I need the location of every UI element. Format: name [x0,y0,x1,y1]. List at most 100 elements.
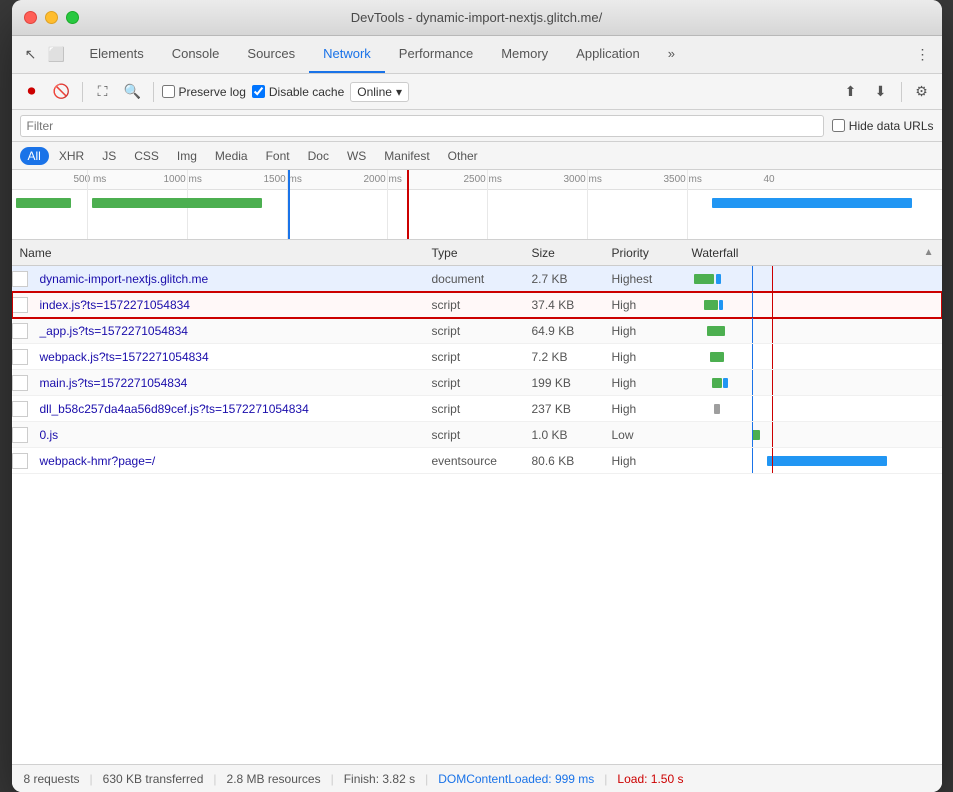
disable-cache-checkbox[interactable]: Disable cache [252,85,344,99]
tab-memory[interactable]: Memory [487,36,562,73]
preserve-log-checkbox[interactable]: Preserve log [162,85,246,99]
type-css[interactable]: CSS [126,147,167,165]
status-requests: 8 requests [24,772,80,786]
cell-priority: Highest [612,272,692,286]
ruler-3000: 3000 ms [564,174,602,185]
header-size: Size [532,246,612,260]
devtools-body: ↖ ⬜ Elements Console Sources Network Per… [12,36,942,792]
record-button[interactable]: ⏺ [20,80,44,104]
type-img[interactable]: Img [169,147,205,165]
type-doc[interactable]: Doc [300,147,337,165]
table-row[interactable]: main.js?ts=1572271054834 script 199 KB H… [12,370,942,396]
wf-bar-gray [714,404,720,414]
type-xhr[interactable]: XHR [51,147,92,165]
wf-blueline [752,318,753,343]
table-header: Name Type Size Priority Waterfall ▲ [12,240,942,266]
cell-type: script [432,428,532,442]
cell-size: 237 KB [532,402,612,416]
throttle-dropdown[interactable]: Online ▾ [350,82,409,102]
table-row[interactable]: webpack.js?ts=1572271054834 script 7.2 K… [12,344,942,370]
ruler-2500: 2500 ms [464,174,502,185]
cell-size: 1.0 KB [532,428,612,442]
tab-network[interactable]: Network [309,36,385,73]
type-media[interactable]: Media [207,147,256,165]
filter-icon[interactable]: ⛶ [91,80,115,104]
ruler-1000: 1000 ms [164,174,202,185]
more-options-icon[interactable]: ⋮ [912,44,934,66]
cell-priority: High [612,350,692,364]
cell-waterfall [692,396,942,421]
header-waterfall: Waterfall ▲ [692,246,942,260]
tab-more[interactable]: » [654,36,689,73]
tab-application[interactable]: Application [562,36,654,73]
cell-waterfall [692,344,942,369]
cursor-icon[interactable]: ↖ [20,44,42,66]
timeline-ruler: 500 ms 1000 ms 1500 ms 2000 ms 2500 ms 3… [12,170,942,190]
cell-priority: High [612,298,692,312]
type-other[interactable]: Other [440,147,486,165]
wf-bar-blue [723,378,728,388]
type-filter-bar: All XHR JS CSS Img Media Font Doc WS Man… [12,142,942,170]
minimize-button[interactable] [45,11,58,24]
row-checkbox [12,323,32,339]
type-manifest[interactable]: Manifest [376,147,437,165]
row-checkbox [12,453,32,469]
cell-waterfall [692,370,942,395]
table-row[interactable]: dynamic-import-nextjs.glitch.me document… [12,266,942,292]
wf-redline [772,344,773,369]
timeline-bar-doc [16,198,71,208]
tab-sources[interactable]: Sources [233,36,309,73]
divider-2 [153,82,154,102]
table-row[interactable]: 0.js script 1.0 KB Low [12,422,942,448]
clear-button[interactable]: 🚫 [50,80,74,104]
type-font[interactable]: Font [258,147,298,165]
tab-console[interactable]: Console [158,36,234,73]
wf-blueline [752,292,753,317]
status-load: Load: 1.50 s [617,772,683,786]
type-js[interactable]: JS [94,147,124,165]
row-checkbox [12,297,32,313]
filter-input[interactable] [20,115,824,137]
ruler-1500: 1500 ms [264,174,302,185]
table-row[interactable]: _app.js?ts=1572271054834 script 64.9 KB … [12,318,942,344]
hide-data-urls-checkbox[interactable]: Hide data URLs [832,119,934,133]
timeline-bar-eventsource [712,198,912,208]
row-file-icon [12,375,28,391]
tab-performance[interactable]: Performance [385,36,487,73]
cell-waterfall [692,448,942,473]
table-row[interactable]: dll_b58c257da4aa56d89cef.js?ts=157227105… [12,396,942,422]
settings-icon[interactable]: ⚙ [910,80,934,104]
cell-priority: Low [612,428,692,442]
device-icon[interactable]: ⬜ [46,44,68,66]
row-checkbox [12,271,32,287]
status-dom: DOMContentLoaded: 999 ms [438,772,594,786]
row-file-icon [12,453,28,469]
ruler-500: 500 ms [74,174,107,185]
row-checkbox [12,375,32,391]
cell-waterfall [692,422,942,447]
cell-type: eventsource [432,454,532,468]
wf-bar-blue [719,300,723,310]
cell-name: main.js?ts=1572271054834 [32,376,432,390]
network-table: Name Type Size Priority Waterfall ▲ dyna… [12,240,942,764]
close-button[interactable] [24,11,37,24]
wf-bar-green [707,326,725,336]
type-ws[interactable]: WS [339,147,374,165]
maximize-button[interactable] [66,11,79,24]
wf-blueline [752,266,753,291]
type-all[interactable]: All [20,147,49,165]
wf-bar-green [752,430,760,440]
row-file-icon [12,323,28,339]
main-tabs: Elements Console Sources Network Perform… [76,36,912,73]
wf-bar-blue [716,274,721,284]
traffic-lights [24,11,79,24]
wf-redline [772,370,773,395]
wf-bar-green [712,378,722,388]
wf-blueline [752,448,753,473]
table-row[interactable]: index.js?ts=1572271054834 script 37.4 KB… [12,292,942,318]
search-icon[interactable]: 🔍 [121,80,145,104]
import-icon[interactable]: ⬆ [839,80,863,104]
tab-elements[interactable]: Elements [76,36,158,73]
table-row[interactable]: webpack-hmr?page=/ eventsource 80.6 KB H… [12,448,942,474]
export-icon[interactable]: ⬇ [869,80,893,104]
